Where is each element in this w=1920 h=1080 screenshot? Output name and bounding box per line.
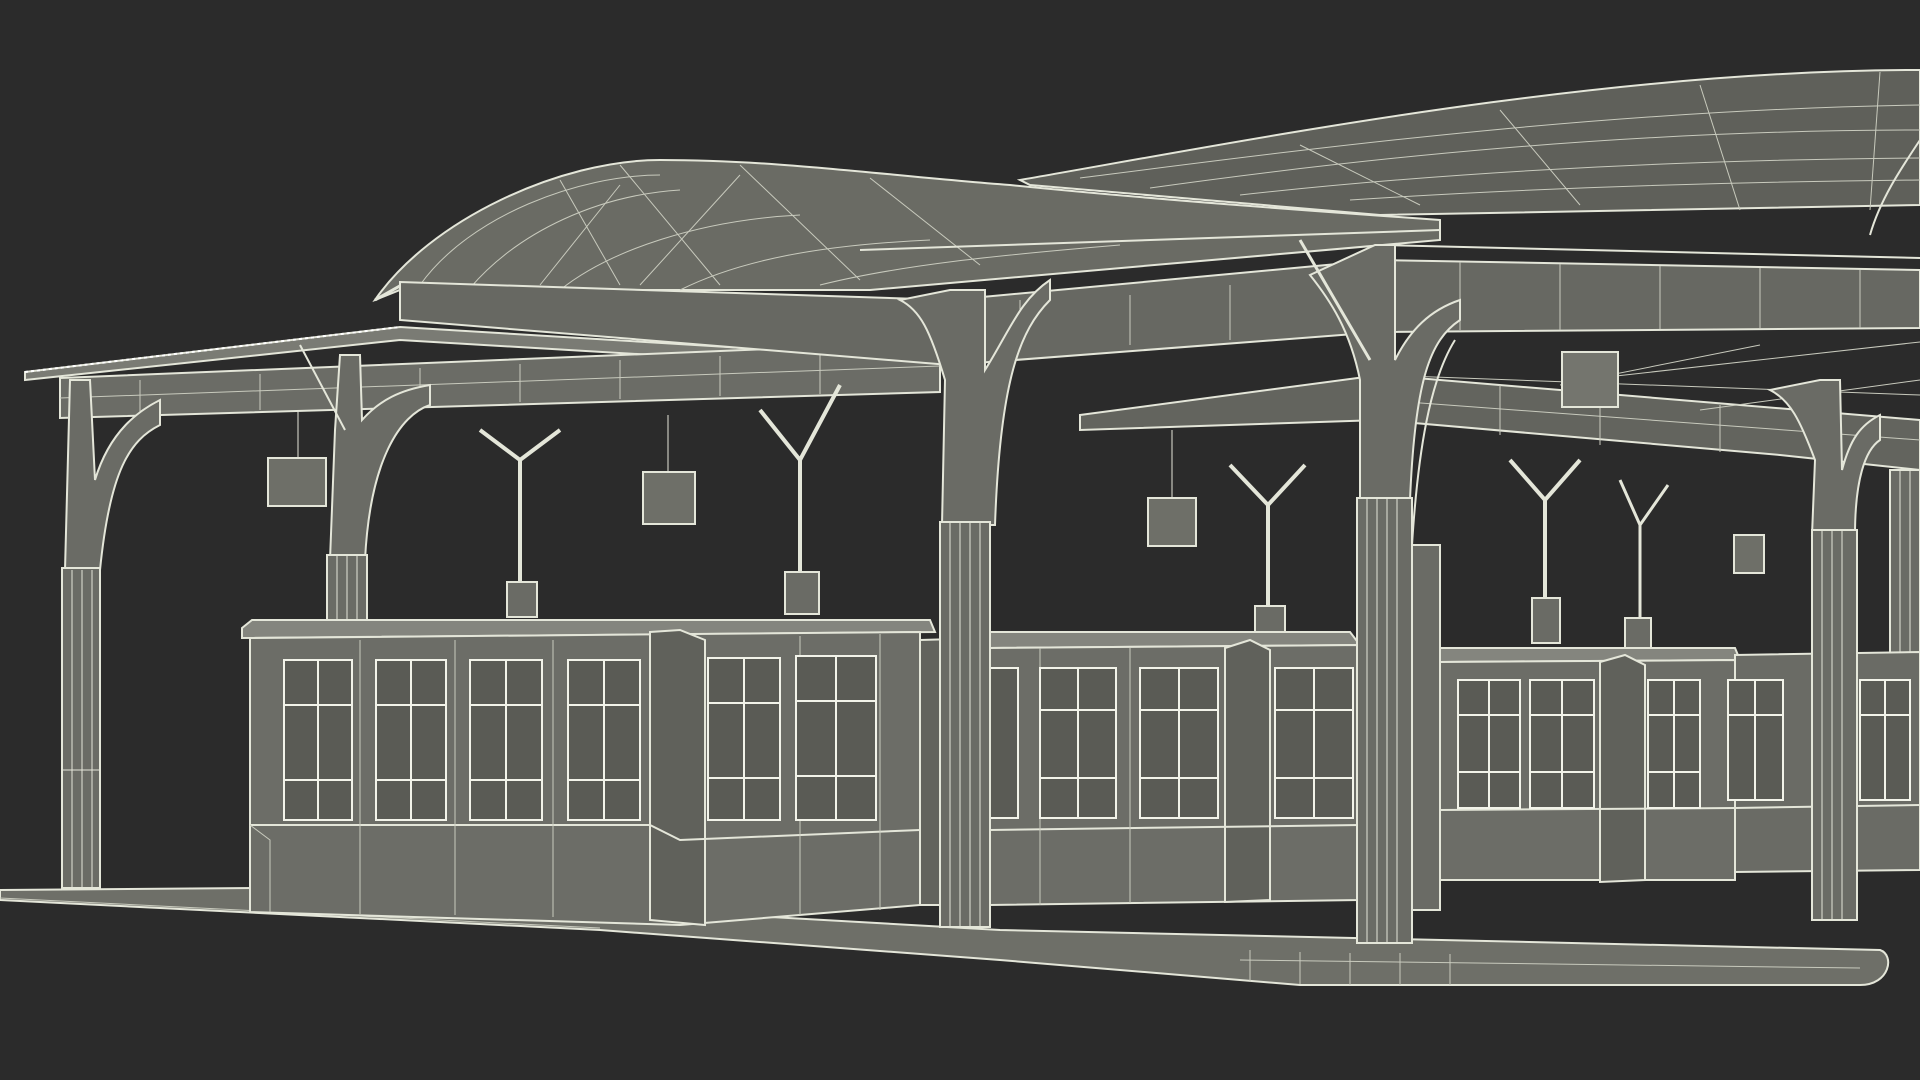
window: [707, 657, 781, 821]
window: [469, 659, 543, 821]
window: [567, 659, 641, 821]
window: [283, 659, 353, 821]
hanging-sign: [1733, 534, 1765, 574]
window: [1039, 667, 1117, 819]
window: [1139, 667, 1219, 819]
render-viewport: [0, 0, 1920, 1080]
kiosk-building: [241, 619, 937, 927]
window: [1457, 679, 1521, 809]
hanging-sign: [1561, 351, 1619, 408]
window: [1859, 679, 1911, 801]
window: [1647, 679, 1701, 809]
window: [375, 659, 447, 821]
window: [795, 655, 877, 821]
window: [987, 667, 1019, 819]
window: [1274, 667, 1354, 819]
kiosk-building: [1439, 647, 1742, 884]
window: [1529, 679, 1595, 809]
wireframe-render: [0, 0, 1920, 1080]
window: [1727, 679, 1784, 801]
